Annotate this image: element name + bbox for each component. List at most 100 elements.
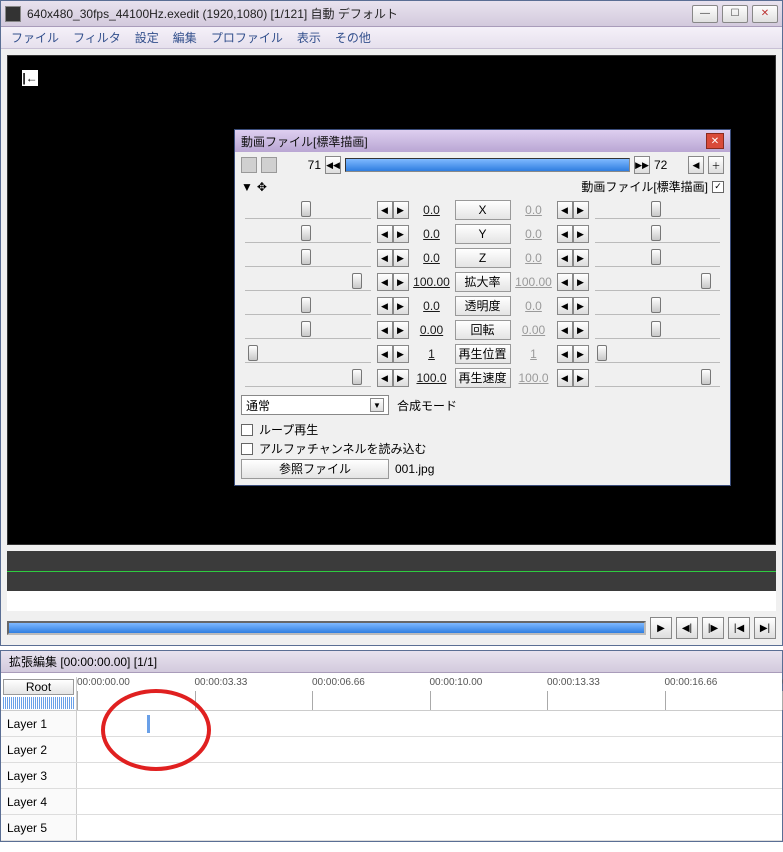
dec-right-2[interactable]: ◀ <box>557 249 573 267</box>
layer-track-3[interactable] <box>77 789 782 814</box>
add-obj-button[interactable]: ＋ <box>708 156 724 174</box>
inc-left-4[interactable]: ▶ <box>393 297 409 315</box>
value-left-6[interactable]: 1 <box>411 347 453 361</box>
dec-right-4[interactable]: ◀ <box>557 297 573 315</box>
minimize-button[interactable]: — <box>692 5 718 23</box>
inc-left-7[interactable]: ▶ <box>393 369 409 387</box>
dec-right-7[interactable]: ◀ <box>557 369 573 387</box>
slider-right-7[interactable] <box>595 369 721 387</box>
dec-left-2[interactable]: ◀ <box>377 249 393 267</box>
time-ruler[interactable]: 00:00:00.0000:00:03.3300:00:06.6600:00:1… <box>77 677 782 710</box>
slider-right-2[interactable] <box>595 249 721 267</box>
menu-view[interactable]: 表示 <box>297 29 321 46</box>
frame-ffwd-button[interactable]: ▶▶ <box>634 156 650 174</box>
inc-left-2[interactable]: ▶ <box>393 249 409 267</box>
layer-track-1[interactable] <box>77 737 782 762</box>
seek-bar[interactable] <box>7 621 646 635</box>
slider-right-4[interactable] <box>595 297 721 315</box>
param-name-2[interactable]: Z <box>455 248 511 268</box>
value-left-2[interactable]: 0.0 <box>411 251 453 265</box>
goto-last-button[interactable]: ▶| <box>754 617 776 639</box>
dec-right-6[interactable]: ◀ <box>557 345 573 363</box>
inc-right-6[interactable]: ▶ <box>573 345 589 363</box>
dec-right-1[interactable]: ◀ <box>557 225 573 243</box>
dec-right-0[interactable]: ◀ <box>557 201 573 219</box>
menu-profile[interactable]: プロファイル <box>211 29 283 46</box>
layer-label-3[interactable]: Layer 4 <box>1 789 77 814</box>
step-fwd-button[interactable]: |▶ <box>702 617 724 639</box>
param-name-4[interactable]: 透明度 <box>455 296 511 316</box>
menu-edit[interactable]: 編集 <box>173 29 197 46</box>
inc-left-6[interactable]: ▶ <box>393 345 409 363</box>
camera-icon[interactable] <box>261 157 277 173</box>
root-button[interactable]: Root <box>3 679 74 695</box>
close-button[interactable]: ✕ <box>752 5 778 23</box>
maximize-button[interactable]: ☐ <box>722 5 748 23</box>
inc-right-4[interactable]: ▶ <box>573 297 589 315</box>
dec-left-3[interactable]: ◀ <box>377 273 393 291</box>
alpha-checkbox[interactable] <box>241 443 253 455</box>
collapse-icon[interactable]: ▼ <box>241 180 253 194</box>
inc-right-3[interactable]: ▶ <box>573 273 589 291</box>
inc-left-1[interactable]: ▶ <box>393 225 409 243</box>
dec-left-4[interactable]: ◀ <box>377 297 393 315</box>
value-left-4[interactable]: 0.0 <box>411 299 453 313</box>
blend-mode-select[interactable]: 通常 ▼ <box>241 395 389 415</box>
slider-right-1[interactable] <box>595 225 721 243</box>
value-right-3[interactable]: 100.00 <box>513 275 555 289</box>
play-button[interactable]: ▶ <box>650 617 672 639</box>
slider-left-7[interactable] <box>245 369 371 387</box>
value-right-7[interactable]: 100.0 <box>513 371 555 385</box>
layer-label-4[interactable]: Layer 5 <box>1 815 77 840</box>
loop-checkbox[interactable] <box>241 424 253 436</box>
inc-right-1[interactable]: ▶ <box>573 225 589 243</box>
step-back-button[interactable]: ◀| <box>676 617 698 639</box>
inc-left-0[interactable]: ▶ <box>393 201 409 219</box>
clip-0[interactable] <box>147 715 150 733</box>
param-name-1[interactable]: Y <box>455 224 511 244</box>
layer-label-2[interactable]: Layer 3 <box>1 763 77 788</box>
value-right-5[interactable]: 0.00 <box>513 323 555 337</box>
move-icon[interactable]: ✥ <box>257 180 267 194</box>
slider-right-5[interactable] <box>595 321 721 339</box>
inc-left-5[interactable]: ▶ <box>393 321 409 339</box>
value-left-7[interactable]: 100.0 <box>411 371 453 385</box>
param-name-7[interactable]: 再生速度 <box>455 368 511 388</box>
render-mode-check[interactable]: ✓ <box>712 181 724 193</box>
prev-obj-button[interactable]: ◀ <box>688 156 704 174</box>
layer-track-4[interactable] <box>77 815 782 840</box>
dec-left-0[interactable]: ◀ <box>377 201 393 219</box>
frame-range-bar[interactable] <box>345 158 630 172</box>
slider-left-2[interactable] <box>245 249 371 267</box>
param-name-0[interactable]: X <box>455 200 511 220</box>
dec-left-5[interactable]: ◀ <box>377 321 393 339</box>
dec-right-3[interactable]: ◀ <box>557 273 573 291</box>
param-name-3[interactable]: 拡大率 <box>455 272 511 292</box>
value-right-2[interactable]: 0.0 <box>513 251 555 265</box>
layer-track-2[interactable] <box>77 763 782 788</box>
value-left-0[interactable]: 0.0 <box>411 203 453 217</box>
browse-file-button[interactable]: 参照ファイル <box>241 459 389 479</box>
dec-left-6[interactable]: ◀ <box>377 345 393 363</box>
goto-first-button[interactable]: |◀ <box>728 617 750 639</box>
slider-right-3[interactable] <box>595 273 721 291</box>
object-icon[interactable] <box>241 157 257 173</box>
inc-right-5[interactable]: ▶ <box>573 321 589 339</box>
inc-right-2[interactable]: ▶ <box>573 249 589 267</box>
menu-filter[interactable]: フィルタ <box>73 29 121 46</box>
layer-track-0[interactable] <box>77 711 782 736</box>
value-right-1[interactable]: 0.0 <box>513 227 555 241</box>
slider-right-6[interactable] <box>595 345 721 363</box>
param-name-6[interactable]: 再生位置 <box>455 344 511 364</box>
value-left-3[interactable]: 100.00 <box>411 275 453 289</box>
inc-left-3[interactable]: ▶ <box>393 273 409 291</box>
layer-label-1[interactable]: Layer 2 <box>1 737 77 762</box>
value-left-1[interactable]: 0.0 <box>411 227 453 241</box>
menu-file[interactable]: ファイル <box>11 29 59 46</box>
frame-rewind-button[interactable]: ◀◀ <box>325 156 341 174</box>
layer-label-0[interactable]: Layer 1 <box>1 711 77 736</box>
slider-left-3[interactable] <box>245 273 371 291</box>
slider-left-5[interactable] <box>245 321 371 339</box>
slider-right-0[interactable] <box>595 201 721 219</box>
dec-right-5[interactable]: ◀ <box>557 321 573 339</box>
